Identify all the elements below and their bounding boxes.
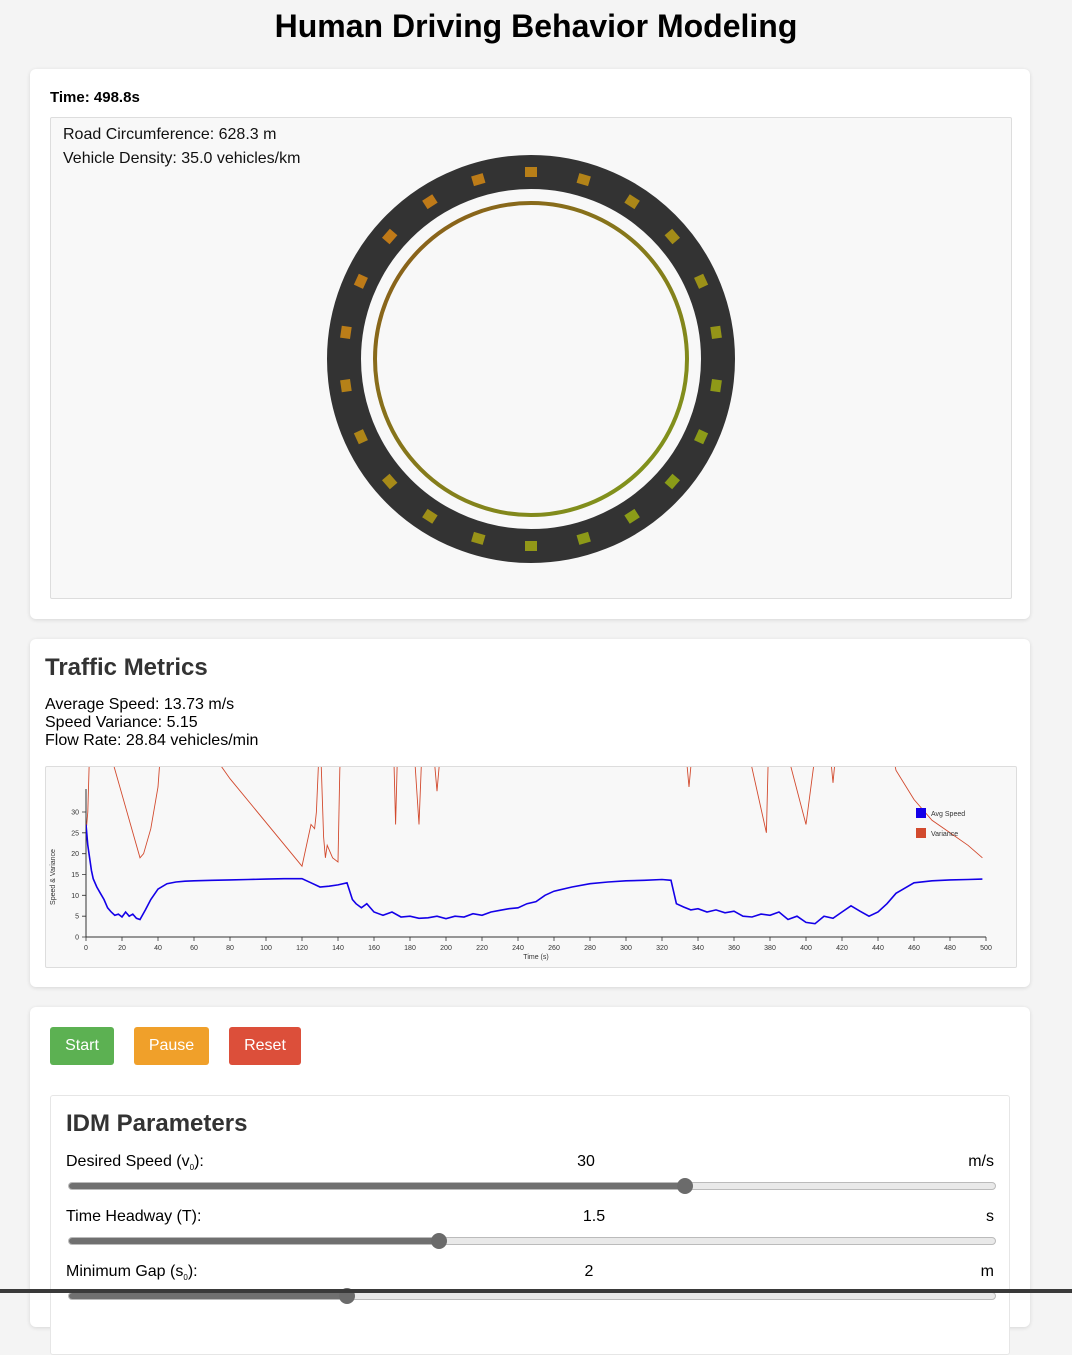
x-tick-label: 320 (656, 945, 668, 952)
x-tick-label: 20 (118, 945, 126, 952)
x-tick-label: 360 (728, 945, 740, 952)
metrics-chart: 0 20 40 60 80 100 120 140 160 180 200 220 240 260 280 3… (45, 766, 1017, 968)
slider-fill (69, 1293, 347, 1299)
param-minimum-gap: Minimum Gap (s0): 2 m (66, 1263, 996, 1304)
metrics-panel: Traffic Metrics Average Speed: 13.73 m/s… (30, 639, 1030, 987)
x-tick-label: 240 (512, 945, 524, 952)
param-unit: m (980, 1263, 994, 1280)
window-bottom-edge (0, 1289, 1072, 1293)
vehicle-marker (340, 378, 352, 393)
x-tick-label: 460 (908, 945, 920, 952)
time-display: Time: 498.8s (50, 89, 140, 106)
param-value: 30 (577, 1153, 595, 1170)
x-tick-label: 380 (764, 945, 776, 952)
vehicle-marker (710, 325, 722, 340)
x-tick-label: 180 (404, 945, 416, 952)
x-tick-label: 280 (584, 945, 596, 952)
x-tick-label: 80 (226, 945, 234, 952)
x-tick-label: 340 (692, 945, 704, 952)
x-tick-label: 160 (368, 945, 380, 952)
x-tick-label: 500 (980, 945, 992, 952)
y-tick-label: 20 (71, 851, 79, 858)
minimum-gap-slider[interactable] (68, 1288, 996, 1304)
desired-speed-slider[interactable] (68, 1178, 996, 1194)
param-value: 1.5 (582, 1208, 606, 1225)
road-surface (327, 155, 735, 563)
param-desired-speed: Desired Speed (v0): 30 m/s (66, 1153, 996, 1194)
x-tick-label: 120 (296, 945, 308, 952)
x-tick-label: 200 (440, 945, 452, 952)
slider-fill (69, 1238, 440, 1244)
vehicle-marker (525, 167, 537, 177)
legend-swatch (916, 808, 926, 818)
param-label: Minimum Gap (s0): (66, 1263, 198, 1283)
legend-label: Avg Speed (931, 811, 965, 818)
y-tick-label: 30 (71, 810, 79, 817)
speed-variance: Speed Variance: 5.15 (45, 714, 198, 731)
vehicle-marker (340, 325, 352, 340)
x-tick-label: 40 (154, 945, 162, 952)
page-title: Human Driving Behavior Modeling (274, 8, 798, 44)
y-tick-label: 10 (71, 893, 79, 900)
x-tick-label: 100 (260, 945, 272, 952)
param-label: Time Headway (T): (66, 1208, 202, 1225)
flow-rate: Flow Rate: 28.84 vehicles/min (45, 732, 259, 749)
x-tick-label: 420 (836, 945, 848, 952)
y-tick-label: 0 (75, 935, 79, 942)
x-tick-label: 480 (944, 945, 956, 952)
x-tick-label: 220 (476, 945, 488, 952)
metrics-heading: Traffic Metrics (45, 654, 208, 681)
idm-parameters-panel: IDM Parameters Desired Speed (v0): 30 m/… (50, 1095, 1010, 1355)
slider-fill (69, 1183, 685, 1189)
vehicle-marker (525, 541, 537, 551)
avg-speed-line (86, 824, 983, 925)
param-value: 2 (584, 1263, 594, 1280)
x-tick-label: 60 (190, 945, 198, 952)
ring-road (327, 155, 735, 563)
param-unit: m/s (968, 1153, 994, 1170)
param-time-headway: Time Headway (T): 1.5 s (66, 1208, 996, 1249)
y-tick-label: 15 (71, 872, 79, 879)
speed-ring (373, 201, 689, 517)
x-tick-label: 260 (548, 945, 560, 952)
x-tick-label: 300 (620, 945, 632, 952)
vehicle-marker (710, 378, 722, 393)
time-headway-slider[interactable] (68, 1233, 996, 1249)
pause-button[interactable]: Pause (134, 1027, 209, 1065)
x-tick-label: 440 (872, 945, 884, 952)
x-tick-label: 400 (800, 945, 812, 952)
chart-svg: 0 20 40 60 80 100 120 140 160 180 200 220 240 260 280 3… (50, 767, 992, 961)
legend-swatch (916, 828, 926, 838)
param-unit: s (986, 1208, 994, 1225)
vehicle-density: Vehicle Density: 35.0 vehicles/km (63, 150, 301, 167)
x-axis-label: Time (s) (523, 954, 548, 961)
simulation-panel: Time: 498.8s Road Circumference: 628.3 m… (30, 69, 1030, 619)
controls-panel: Start Pause Reset IDM Parameters Desired… (30, 1007, 1030, 1355)
param-label: Desired Speed (v0): (66, 1153, 204, 1173)
x-tick-label: 0 (84, 945, 88, 952)
variance-line (86, 767, 983, 868)
y-tick-label: 25 (71, 830, 79, 837)
start-button[interactable]: Start (50, 1027, 114, 1065)
reset-button[interactable]: Reset (229, 1027, 301, 1065)
slider-thumb[interactable] (676, 1178, 693, 1194)
slider-thumb[interactable] (431, 1233, 448, 1249)
average-speed: Average Speed: 13.73 m/s (45, 696, 235, 713)
x-tick-label: 140 (332, 945, 344, 952)
y-axis-label: Speed & Variance (50, 849, 57, 905)
road-circumference: Road Circumference: 628.3 m (63, 126, 277, 143)
y-tick-label: 5 (75, 914, 79, 921)
parameters-heading: IDM Parameters (66, 1110, 248, 1137)
legend-label: Variance (931, 831, 958, 838)
road-canvas: Road Circumference: 628.3 m Vehicle Dens… (50, 117, 1012, 599)
